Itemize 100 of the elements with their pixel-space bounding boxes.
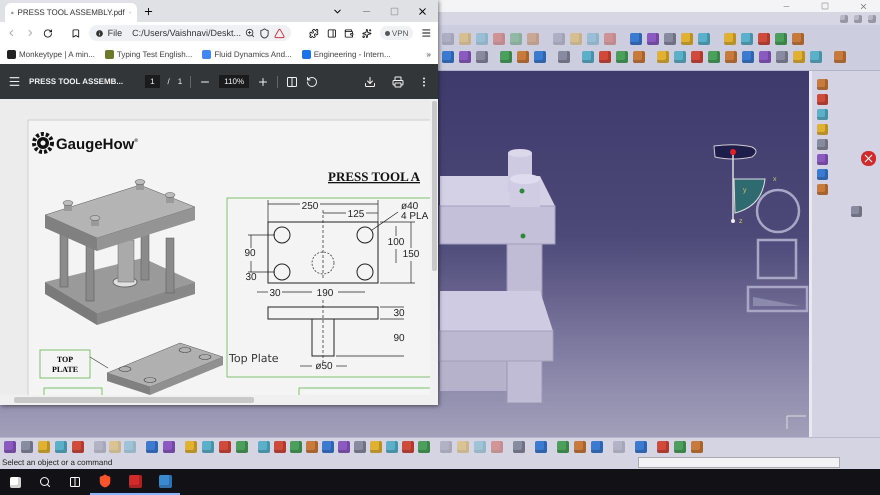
print-icon[interactable] (392, 76, 404, 88)
toolbar-icon[interactable] (21, 441, 33, 453)
toolbar-icon[interactable] (793, 50, 805, 62)
rotate-icon[interactable] (306, 76, 318, 88)
task-view-icon[interactable] (69, 476, 81, 488)
toolbar-icon[interactable] (657, 441, 669, 453)
address-bar[interactable]: File C:/Users/Vaishnavi/Deskt... (88, 25, 292, 41)
toolbar-icon[interactable] (816, 94, 828, 105)
toolbar-icon[interactable] (816, 124, 828, 135)
toolbar-icon[interactable] (816, 154, 828, 165)
menu-icon[interactable] (421, 27, 432, 39)
toolbar-icon[interactable] (290, 441, 302, 453)
toolbar-icon[interactable] (816, 79, 828, 90)
toolbar-icon[interactable] (674, 441, 686, 453)
zoom-field[interactable]: 110% (219, 75, 250, 88)
toolbar-icon[interactable] (630, 32, 642, 44)
toolbar-icon[interactable] (163, 441, 175, 453)
toolbar-icon[interactable] (146, 441, 158, 453)
toolbar-icon[interactable] (681, 32, 693, 44)
toolbar-icon[interactable] (816, 169, 828, 180)
toolbar-icon[interactable] (758, 32, 770, 44)
toolbar-icon[interactable] (633, 50, 645, 62)
triangle-icon[interactable] (274, 28, 286, 38)
toolbar-icon[interactable] (834, 50, 846, 62)
toolbar-icon[interactable] (816, 184, 828, 195)
toolbar-icon[interactable] (776, 50, 788, 62)
sidebar-icon[interactable] (326, 28, 336, 38)
toolbar-icon[interactable] (306, 441, 318, 453)
bookmark-link[interactable]: Monkeytype | A min... (7, 50, 95, 58)
toolbar-icon[interactable] (741, 32, 753, 44)
browser-tab[interactable]: PRESS TOOL ASSEMBLY.pdf (5, 3, 137, 22)
toolbar-icon[interactable] (517, 50, 529, 62)
close-icon[interactable] (417, 6, 428, 16)
more-bookmarks-button[interactable]: » (426, 50, 431, 58)
vpn-button[interactable]: VPN (380, 26, 414, 40)
toolbar-icon[interactable] (338, 441, 350, 453)
toolbar-icon[interactable] (599, 50, 611, 62)
toolbar-icon[interactable] (810, 50, 822, 62)
toolbar-icon[interactable] (493, 32, 505, 44)
horizontal-scrollbar[interactable] (0, 395, 430, 405)
vertical-scrollbar[interactable] (430, 99, 438, 405)
toolbar-icon[interactable] (476, 50, 488, 62)
toolbar-icon[interactable] (535, 441, 547, 453)
browser-app-icon[interactable] (98, 474, 112, 488)
zoom-in-icon[interactable] (257, 76, 270, 88)
toolbar-icon[interactable] (236, 441, 248, 453)
toolbar-icon[interactable] (708, 50, 720, 62)
toolbar-icon[interactable] (442, 50, 454, 62)
maximize-icon[interactable] (821, 2, 829, 10)
zoom-icon[interactable] (245, 28, 256, 38)
new-tab-icon[interactable] (143, 6, 154, 17)
bookmark-link[interactable]: Engineering - Intern... (302, 50, 391, 58)
shield-icon[interactable] (259, 28, 270, 38)
windows-start-icon[interactable] (10, 476, 20, 488)
page-number-field[interactable]: 1 (145, 75, 160, 88)
toolbar-icon[interactable] (354, 441, 366, 453)
toolbar-icon[interactable] (724, 32, 736, 44)
toolbar-icon[interactable] (850, 206, 862, 217)
menu-icon[interactable] (8, 75, 21, 88)
toolbar-icon[interactable] (691, 50, 703, 62)
download-icon[interactable] (364, 76, 376, 88)
bookmark-icon[interactable] (70, 28, 81, 38)
reload-icon[interactable] (43, 28, 53, 38)
toolbar-icon[interactable] (604, 32, 616, 44)
toolbar-icon[interactable] (657, 50, 669, 62)
sparkle-icon[interactable] (362, 28, 372, 38)
toolbar-icon[interactable] (816, 109, 828, 120)
restore-icon[interactable] (854, 14, 862, 22)
toolbar-icon[interactable] (816, 139, 828, 150)
toolbar-icon[interactable] (591, 441, 603, 453)
search-icon[interactable] (39, 476, 51, 488)
toolbar-icon[interactable] (582, 50, 594, 62)
toolbar-icon[interactable] (322, 441, 334, 453)
puzzle-icon[interactable] (309, 28, 319, 38)
toolbar-icon[interactable] (759, 50, 771, 62)
toolbar-icon[interactable] (4, 441, 16, 453)
maximize-icon[interactable] (390, 6, 399, 16)
toolbar-icon[interactable] (72, 441, 84, 453)
toolbar-icon[interactable] (635, 441, 647, 453)
bookmark-link[interactable]: Fluid Dynamics And... (202, 50, 292, 58)
toolbar-icon[interactable] (534, 50, 546, 62)
toolbar-icon[interactable] (219, 441, 231, 453)
toolbar-icon[interactable] (500, 50, 512, 62)
toolbar-icon[interactable] (418, 441, 430, 453)
toolbar-icon[interactable] (274, 441, 286, 453)
toolbar-icon[interactable] (725, 50, 737, 62)
toolbar-icon[interactable] (674, 50, 686, 62)
toolbar-icon[interactable] (792, 32, 804, 44)
bookmark-link[interactable]: Typing Test English... (104, 50, 192, 58)
toolbar-icon[interactable] (513, 441, 525, 453)
toolbar-icon[interactable] (557, 441, 569, 453)
minimize-icon[interactable] (840, 14, 848, 22)
toolbar-icon[interactable] (742, 50, 754, 62)
app-icon[interactable] (158, 474, 172, 488)
toolbar-icon[interactable] (647, 32, 659, 44)
command-field[interactable] (638, 457, 840, 468)
wallet-icon[interactable] (344, 28, 354, 38)
toolbar-icon[interactable] (459, 50, 471, 62)
toolbar-icon[interactable] (698, 32, 710, 44)
toolbar-icon[interactable] (402, 441, 414, 453)
